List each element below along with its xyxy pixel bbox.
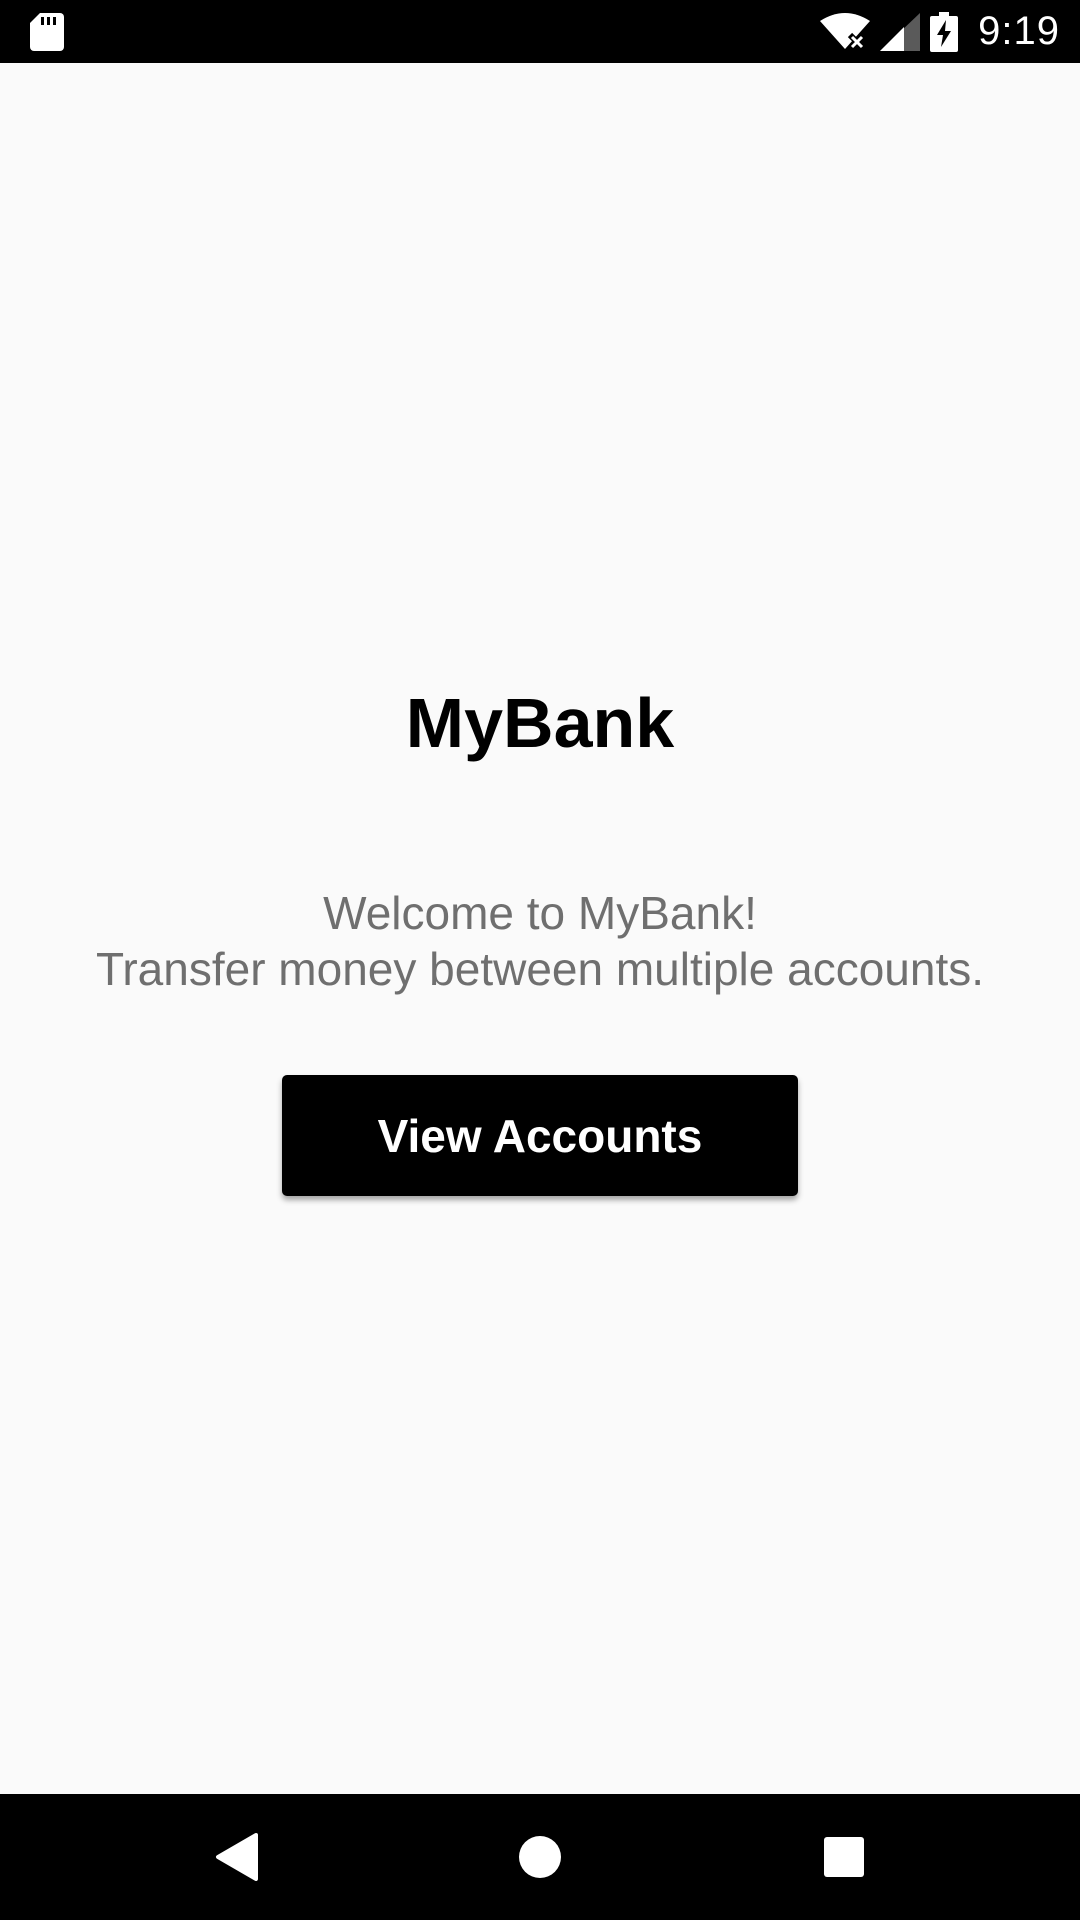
navigation-bar: [0, 1794, 1080, 1920]
status-time: 9:19: [978, 9, 1060, 53]
battery-charging-icon: [930, 11, 959, 52]
welcome-line-2: Transfer money between multiple accounts…: [95, 943, 985, 995]
status-icons: 9:19: [820, 0, 1060, 63]
recents-icon: [824, 1837, 864, 1877]
welcome-line-1: Welcome to MyBank!: [323, 887, 757, 939]
app-title: MyBank: [405, 684, 675, 762]
home-button[interactable]: [470, 1794, 610, 1920]
status-bar: 9:19: [0, 0, 1080, 63]
view-accounts-button[interactable]: View Accounts: [282, 1075, 798, 1196]
signal-icon: [880, 12, 921, 51]
wifi-off-icon: [820, 12, 871, 51]
sd-card-icon: [30, 13, 64, 51]
welcome-message: Welcome to MyBank! Transfer money betwee…: [0, 885, 1080, 997]
main-content: MyBank Welcome to MyBank! Transfer money…: [0, 63, 1080, 1794]
recents-button[interactable]: [774, 1794, 914, 1920]
home-icon: [519, 1836, 561, 1878]
back-icon: [216, 1833, 258, 1881]
back-button[interactable]: [166, 1794, 306, 1920]
